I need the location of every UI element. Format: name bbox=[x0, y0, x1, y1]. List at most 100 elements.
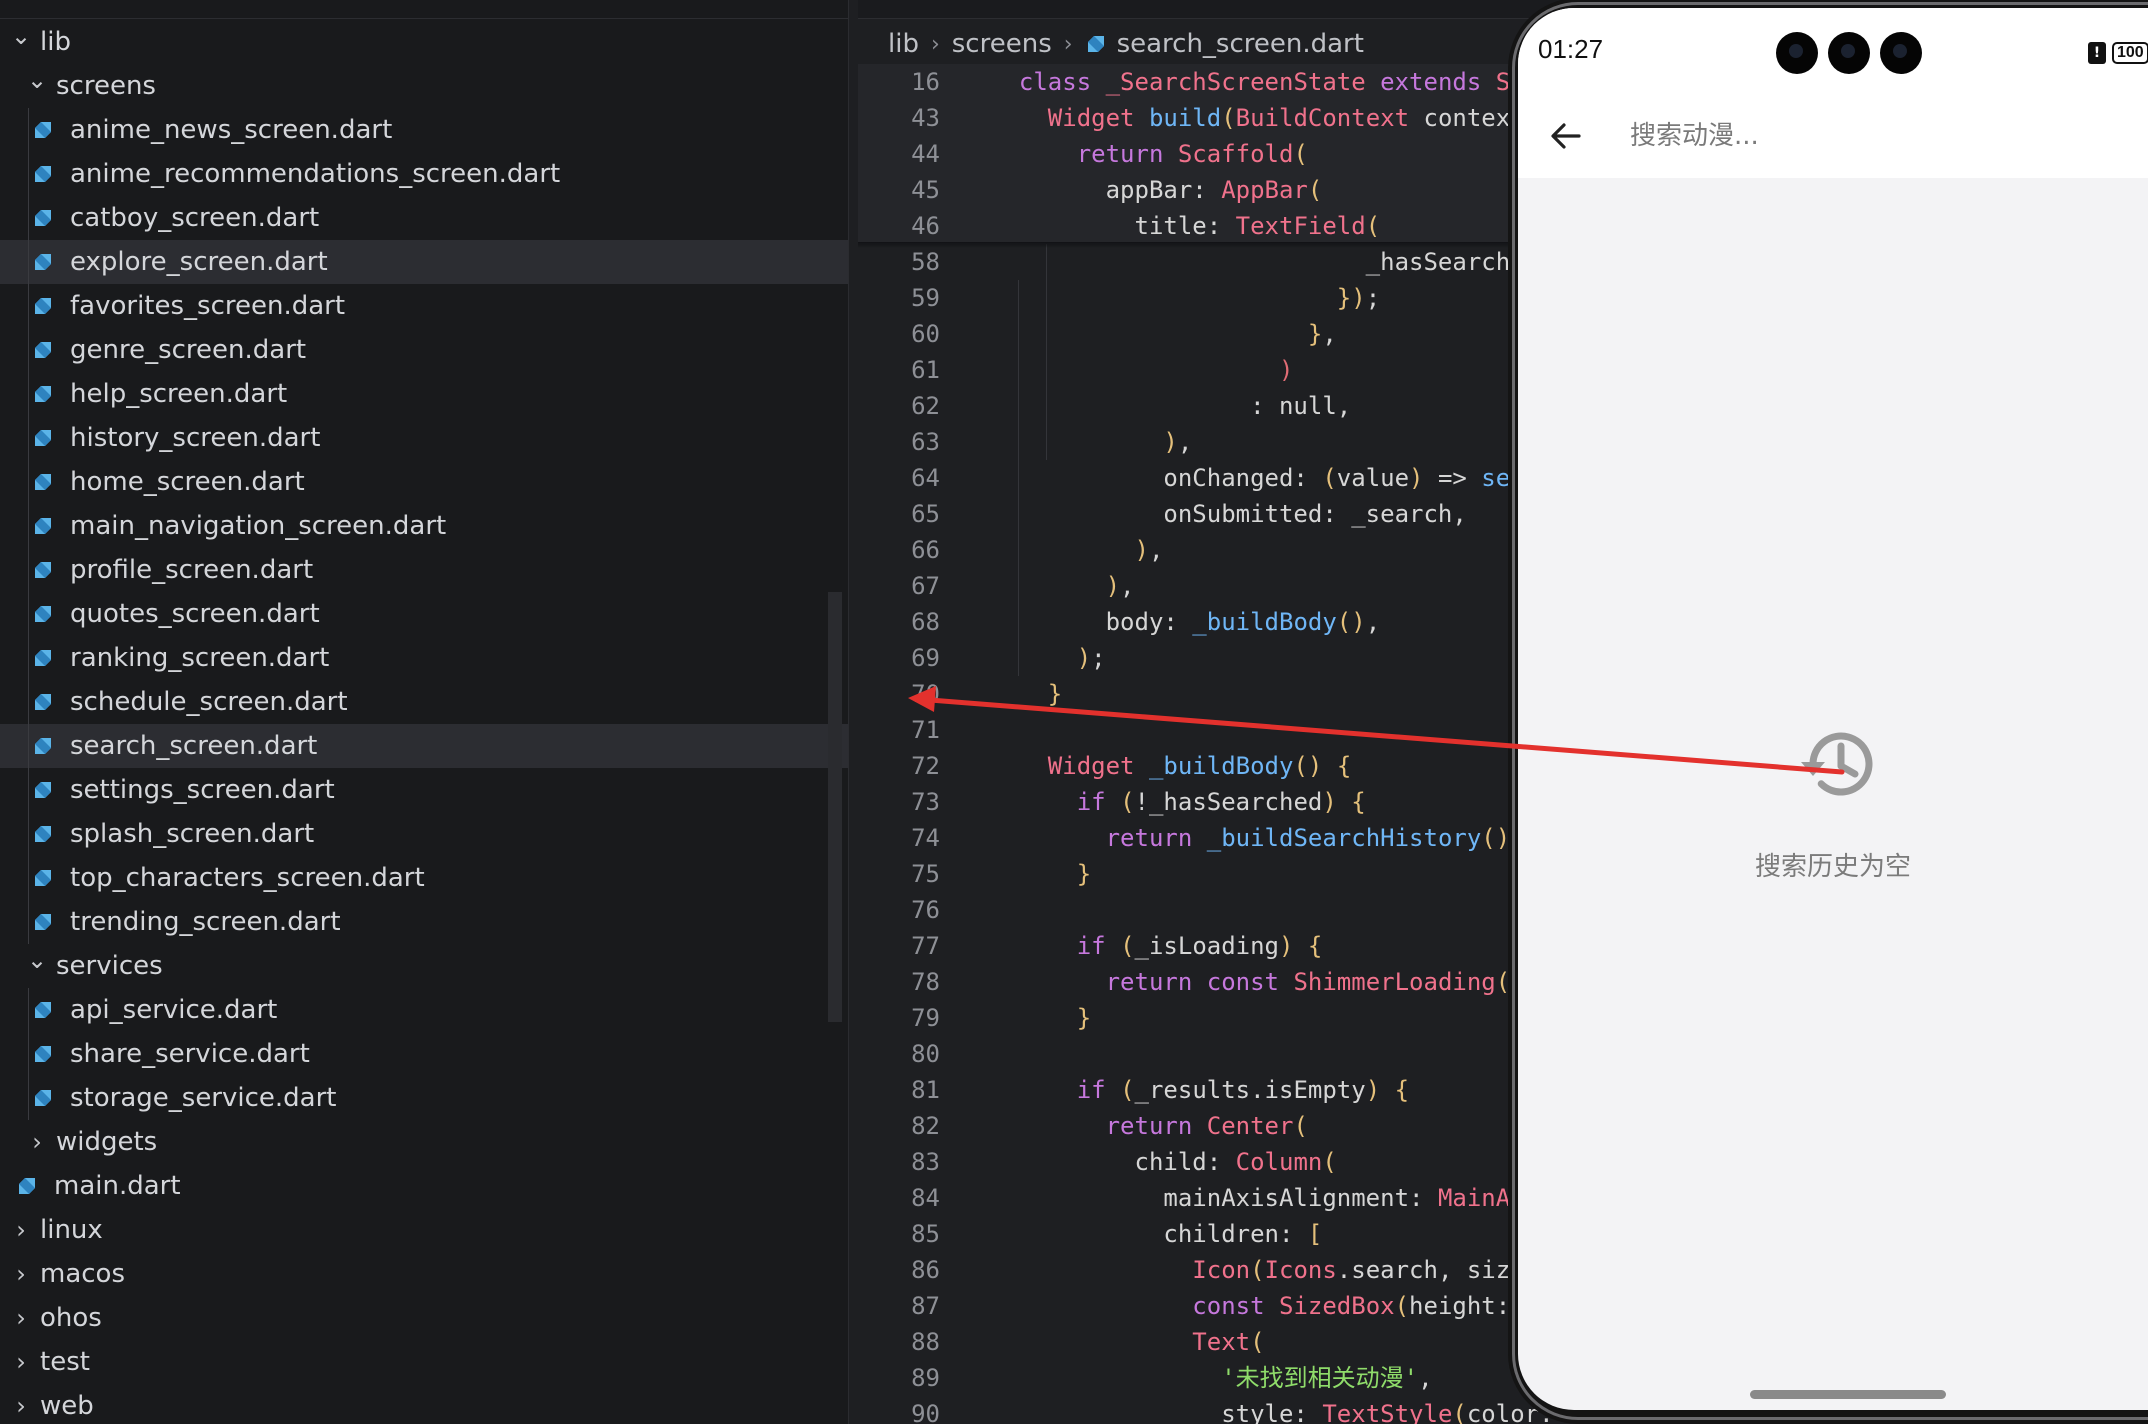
file-item[interactable]: home_screen.dart bbox=[0, 460, 848, 504]
line-number: 76 bbox=[911, 896, 940, 924]
folder-item[interactable]: ⌄ services bbox=[0, 944, 848, 988]
file-item[interactable]: schedule_screen.dart bbox=[0, 680, 848, 724]
code-token: { bbox=[1351, 788, 1366, 816]
line-text: ); bbox=[990, 640, 1106, 676]
code-token: style: bbox=[990, 1400, 1323, 1424]
file-item[interactable]: anime_recommendations_screen.dart bbox=[0, 152, 848, 196]
folder-item[interactable]: › test bbox=[0, 1340, 848, 1384]
dart-file-icon bbox=[32, 251, 54, 273]
code-token: return bbox=[1105, 968, 1207, 996]
file-item[interactable]: help_screen.dart bbox=[0, 372, 848, 416]
code-token: ) bbox=[1076, 644, 1092, 672]
line-text: } bbox=[990, 1000, 1091, 1036]
line-number: 84 bbox=[911, 1184, 940, 1212]
file-item[interactable]: favorites_screen.dart bbox=[0, 284, 848, 328]
chevron-right-icon: › bbox=[16, 1304, 26, 1332]
file-item[interactable]: api_service.dart bbox=[0, 988, 848, 1032]
indent-guide bbox=[28, 988, 29, 1032]
search-input[interactable] bbox=[1628, 110, 2132, 162]
code-token: () bbox=[1481, 824, 1511, 852]
line-text: children: [ bbox=[990, 1216, 1322, 1252]
tree-item-label: main_navigation_screen.dart bbox=[70, 511, 447, 541]
line-text: '未找到相关动漫', bbox=[990, 1360, 1432, 1396]
file-item[interactable]: profile_screen.dart bbox=[0, 548, 848, 592]
indent-guide bbox=[28, 328, 29, 372]
dart-file-icon bbox=[32, 515, 54, 537]
code-token: } bbox=[1307, 320, 1323, 348]
file-item[interactable]: explore_screen.dart bbox=[0, 240, 848, 284]
indent-guide bbox=[28, 592, 29, 636]
file-item[interactable]: history_screen.dart bbox=[0, 416, 848, 460]
file-item[interactable]: genre_screen.dart bbox=[0, 328, 848, 372]
line-text: style: TextStyle(color: bbox=[990, 1396, 1553, 1424]
line-text: ), bbox=[990, 568, 1135, 604]
line-number: 64 bbox=[911, 464, 940, 492]
dart-file-icon bbox=[32, 823, 54, 845]
file-item[interactable]: settings_screen.dart bbox=[0, 768, 848, 812]
chevron-right-icon: › bbox=[1063, 31, 1073, 57]
line-text: Text( bbox=[990, 1324, 1264, 1360]
line-text: ), bbox=[990, 424, 1192, 460]
line-number: 67 bbox=[911, 572, 940, 600]
code-token: _buildBody bbox=[1148, 752, 1294, 780]
home-indicator[interactable] bbox=[1750, 1390, 1946, 1399]
line-number: 46 bbox=[911, 212, 940, 240]
file-item[interactable]: trending_screen.dart bbox=[0, 900, 848, 944]
file-item[interactable]: top_characters_screen.dart bbox=[0, 856, 848, 900]
breadcrumb-item[interactable]: search_screen.dart bbox=[1117, 29, 1364, 59]
folder-item[interactable]: › macos bbox=[0, 1252, 848, 1296]
folder-item[interactable]: › widgets bbox=[0, 1120, 848, 1164]
line-text: }, bbox=[990, 316, 1337, 352]
file-item[interactable]: main.dart bbox=[0, 1164, 848, 1208]
file-item[interactable]: main_navigation_screen.dart bbox=[0, 504, 848, 548]
folder-item[interactable]: › web bbox=[0, 1384, 848, 1424]
tree-item-label: widgets bbox=[56, 1127, 158, 1157]
folder-item[interactable]: ⌄ screens bbox=[0, 64, 848, 108]
tree-item-label: splash_screen.dart bbox=[70, 819, 315, 849]
code-token: !_hasSearched bbox=[1134, 788, 1323, 816]
dart-file-icon bbox=[32, 295, 54, 317]
file-item[interactable]: ranking_screen.dart bbox=[0, 636, 848, 680]
dart-file-icon bbox=[32, 867, 54, 889]
file-item[interactable]: catboy_screen.dart bbox=[0, 196, 848, 240]
file-item[interactable]: share_service.dart bbox=[0, 1032, 848, 1076]
chevron-right-icon: › bbox=[930, 31, 940, 57]
front-camera-icon bbox=[1776, 32, 1818, 74]
folder-item[interactable]: › linux bbox=[0, 1208, 848, 1252]
folder-item[interactable]: › ohos bbox=[0, 1296, 848, 1340]
file-item[interactable]: anime_news_screen.dart bbox=[0, 108, 848, 152]
breadcrumb-item[interactable]: screens bbox=[952, 29, 1052, 59]
code-token: ) bbox=[1279, 932, 1308, 960]
line-number: 43 bbox=[911, 104, 940, 132]
dart-file-icon bbox=[32, 1043, 54, 1065]
line-number: 88 bbox=[911, 1328, 940, 1356]
breadcrumb-item[interactable]: lib bbox=[888, 29, 919, 59]
tree-item-label: help_screen.dart bbox=[70, 379, 288, 409]
front-camera-icon bbox=[1828, 32, 1870, 74]
line-number: 86 bbox=[911, 1256, 940, 1284]
chevron-down-icon: ⌄ bbox=[26, 66, 48, 94]
back-button[interactable] bbox=[1542, 112, 1590, 160]
file-item[interactable]: splash_screen.dart bbox=[0, 812, 848, 856]
code-token: ( bbox=[1365, 212, 1381, 240]
line-number: 65 bbox=[911, 500, 940, 528]
folder-item[interactable]: ⌄ lib bbox=[0, 20, 848, 64]
code-token: ) bbox=[1134, 536, 1149, 564]
line-number: 80 bbox=[911, 1040, 940, 1068]
dart-file-icon bbox=[32, 559, 54, 581]
file-item[interactable]: storage_service.dart bbox=[0, 1076, 848, 1120]
indent-guide bbox=[28, 240, 29, 284]
file-item[interactable]: search_screen.dart bbox=[0, 724, 848, 768]
explorer-scrollbar[interactable] bbox=[828, 592, 842, 1022]
battery-indicator: ! 100 bbox=[2088, 42, 2148, 64]
tree-item-label: test bbox=[40, 1347, 90, 1377]
code-token: { bbox=[1394, 1076, 1410, 1104]
file-item[interactable]: quotes_screen.dart bbox=[0, 592, 848, 636]
line-text: title: TextField( bbox=[990, 208, 1380, 244]
